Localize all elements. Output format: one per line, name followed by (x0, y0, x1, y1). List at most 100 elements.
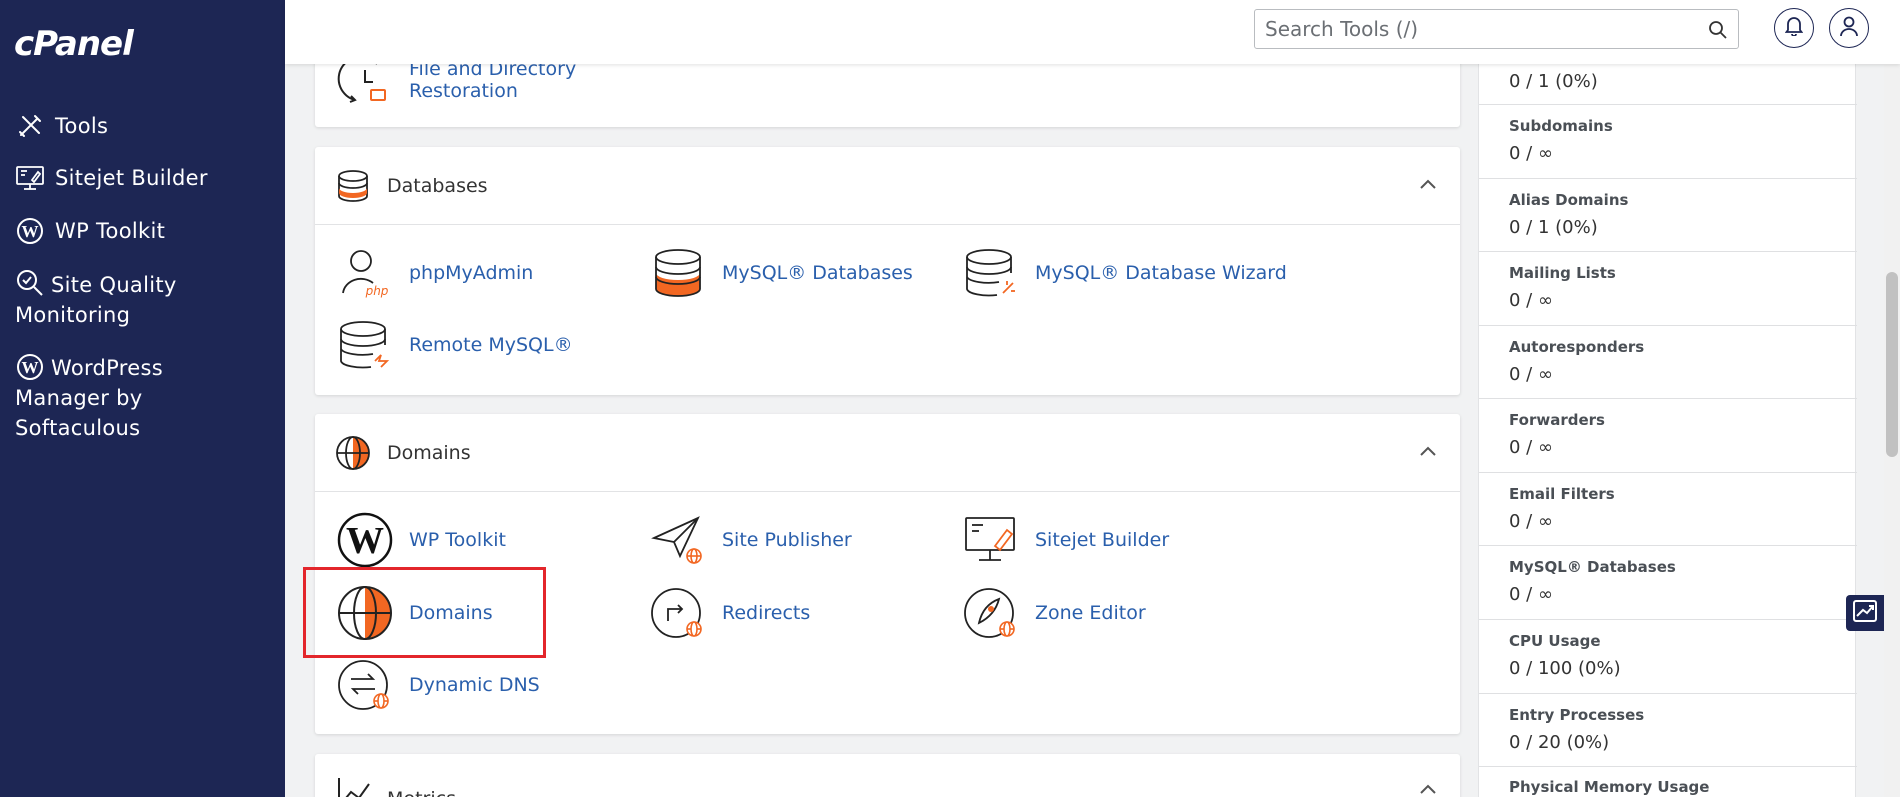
sidebar-item-tools[interactable]: Tools (15, 111, 275, 141)
stat-row: Mailing Lists 0 / ∞ (1479, 252, 1857, 326)
stat-label: CPU Usage (1509, 632, 1601, 650)
scrollbar-thumb[interactable] (1886, 272, 1898, 457)
svg-text:W: W (22, 222, 39, 241)
sidebar-item-label: WP Toolkit (55, 216, 165, 246)
wordpress-icon: W (15, 352, 45, 382)
tool-redirects[interactable]: Redirects (650, 585, 810, 641)
stat-value: 0 / 1 (0%) (1509, 71, 1598, 92)
database-wizard-icon (963, 245, 1019, 301)
databases-panel: Databases php phpMyAdmin MySQL® Database… (315, 147, 1460, 395)
top-header (285, 0, 1900, 64)
wordpress-icon: W (337, 512, 393, 568)
panel-title: Domains (387, 442, 471, 464)
tool-remote-mysql[interactable]: Remote MySQL® (337, 317, 573, 373)
svg-text:php: php (365, 284, 389, 298)
remote-database-icon (337, 317, 393, 373)
tool-mysql-databases[interactable]: MySQL® Databases (650, 245, 913, 301)
stat-value: 0 / 100 (0%) (1509, 658, 1621, 679)
tool-label: phpMyAdmin (409, 262, 533, 284)
sidebar: cPanel Tools Sitejet Builder W WP Toolki… (0, 0, 285, 797)
user-icon (1839, 15, 1859, 41)
stat-value: 0 / 1 (0%) (1509, 217, 1598, 238)
stat-value: 0 / ∞ (1509, 437, 1553, 458)
tool-dynamic-dns[interactable]: Dynamic DNS (337, 657, 540, 713)
tool-site-publisher[interactable]: Site Publisher (650, 512, 852, 568)
stat-label: Forwarders (1509, 411, 1605, 429)
stat-row: Physical Memory Usage (1479, 767, 1857, 797)
stat-value: 0 / ∞ (1509, 143, 1553, 164)
stat-label: Mailing Lists (1509, 264, 1616, 282)
metrics-panel: Metrics (315, 754, 1460, 797)
stat-row: Forwarders 0 / ∞ (1479, 399, 1857, 473)
stat-value: 0 / 20 (0%) (1509, 732, 1609, 753)
globe-icon (337, 585, 393, 641)
tool-domains[interactable]: Domains (337, 585, 493, 641)
mysql-database-icon (650, 245, 706, 301)
chevron-up-icon[interactable] (1418, 442, 1438, 462)
sidebar-item-sitejet-builder[interactable]: Sitejet Builder (15, 163, 275, 193)
notifications-button[interactable] (1774, 8, 1814, 48)
redirect-icon (650, 585, 706, 641)
globe-icon (335, 435, 371, 471)
tool-label: Sitejet Builder (1035, 529, 1169, 551)
user-menu-button[interactable] (1829, 8, 1869, 48)
stat-row: Email Filters 0 / ∞ (1479, 473, 1857, 546)
tool-label: Zone Editor (1035, 602, 1146, 624)
sidebar-item-wp-toolkit[interactable]: W WP Toolkit (15, 216, 275, 246)
analytics-side-tab[interactable] (1846, 595, 1884, 631)
metrics-panel-header[interactable]: Metrics (315, 754, 1460, 797)
tool-sitejet-builder[interactable]: Sitejet Builder (963, 512, 1169, 568)
stat-row: CPU Usage 0 / 100 (0%) (1479, 620, 1857, 694)
stat-row: Entry Processes 0 / 20 (0%) (1479, 694, 1857, 767)
tools-icon (15, 111, 45, 141)
sidebar-item-label: Sitejet Builder (55, 163, 208, 193)
domains-panel-header[interactable]: Domains (315, 414, 1460, 492)
tool-phpmyadmin[interactable]: php phpMyAdmin (337, 245, 533, 301)
stat-label: Alias Domains (1509, 191, 1628, 209)
magnifier-check-icon (15, 268, 45, 298)
search-icon[interactable] (1708, 20, 1728, 40)
tool-label: Domains (409, 602, 493, 624)
sidebar-item-site-quality-monitoring[interactable]: Site Quality Monitoring (15, 268, 245, 330)
trend-chart-icon (1853, 600, 1877, 626)
chart-icon (335, 774, 371, 797)
phpmyadmin-icon: php (337, 245, 393, 301)
stat-label: Email Filters (1509, 485, 1615, 503)
search-box[interactable] (1254, 9, 1739, 49)
svg-text:W: W (346, 520, 384, 562)
search-input[interactable] (1255, 10, 1685, 48)
chevron-up-icon[interactable] (1418, 780, 1438, 797)
tool-label: MySQL® Databases (722, 262, 913, 284)
monitor-icon (15, 163, 45, 193)
stat-row: 0 / 1 (0%) (1479, 60, 1857, 105)
tool-label: Remote MySQL® (409, 334, 573, 356)
stat-row: Autoresponders 0 / ∞ (1479, 326, 1857, 399)
wordpress-icon: W (15, 216, 45, 246)
tool-mysql-database-wizard[interactable]: MySQL® Database Wizard (963, 245, 1287, 301)
cpanel-logo[interactable]: cPanel (14, 24, 133, 64)
stat-label: MySQL® Databases (1509, 558, 1676, 576)
tool-label: Restoration (409, 80, 518, 102)
databases-panel-header[interactable]: Databases (315, 147, 1460, 225)
sidebar-item-wordpress-manager[interactable]: W WordPress Manager by Softaculous (15, 352, 215, 443)
rocket-icon (963, 585, 1019, 641)
stat-row: Subdomains 0 / ∞ (1479, 105, 1857, 179)
stat-value: 0 / ∞ (1509, 511, 1553, 532)
statistics-panel: 0 / 1 (0%) Subdomains 0 / ∞ Alias Domain… (1478, 0, 1856, 797)
svg-text:W: W (22, 358, 39, 377)
dynamic-dns-icon (337, 657, 393, 713)
tool-label: Redirects (722, 602, 810, 624)
stat-value: 0 / ∞ (1509, 290, 1553, 311)
tool-wp-toolkit[interactable]: W WP Toolkit (337, 512, 506, 568)
tool-label: Site Publisher (722, 529, 852, 551)
tool-label: Dynamic DNS (409, 674, 540, 696)
domains-panel: Domains W WP Toolkit Site Publisher Site… (315, 414, 1460, 734)
stat-value: 0 / ∞ (1509, 364, 1553, 385)
monitor-icon (963, 512, 1019, 568)
stat-label: Physical Memory Usage (1509, 778, 1709, 796)
stat-label: Autoresponders (1509, 338, 1644, 356)
chevron-up-icon[interactable] (1418, 175, 1438, 195)
sidebar-item-label: Tools (55, 111, 108, 141)
bell-icon (1785, 16, 1803, 40)
tool-zone-editor[interactable]: Zone Editor (963, 585, 1146, 641)
